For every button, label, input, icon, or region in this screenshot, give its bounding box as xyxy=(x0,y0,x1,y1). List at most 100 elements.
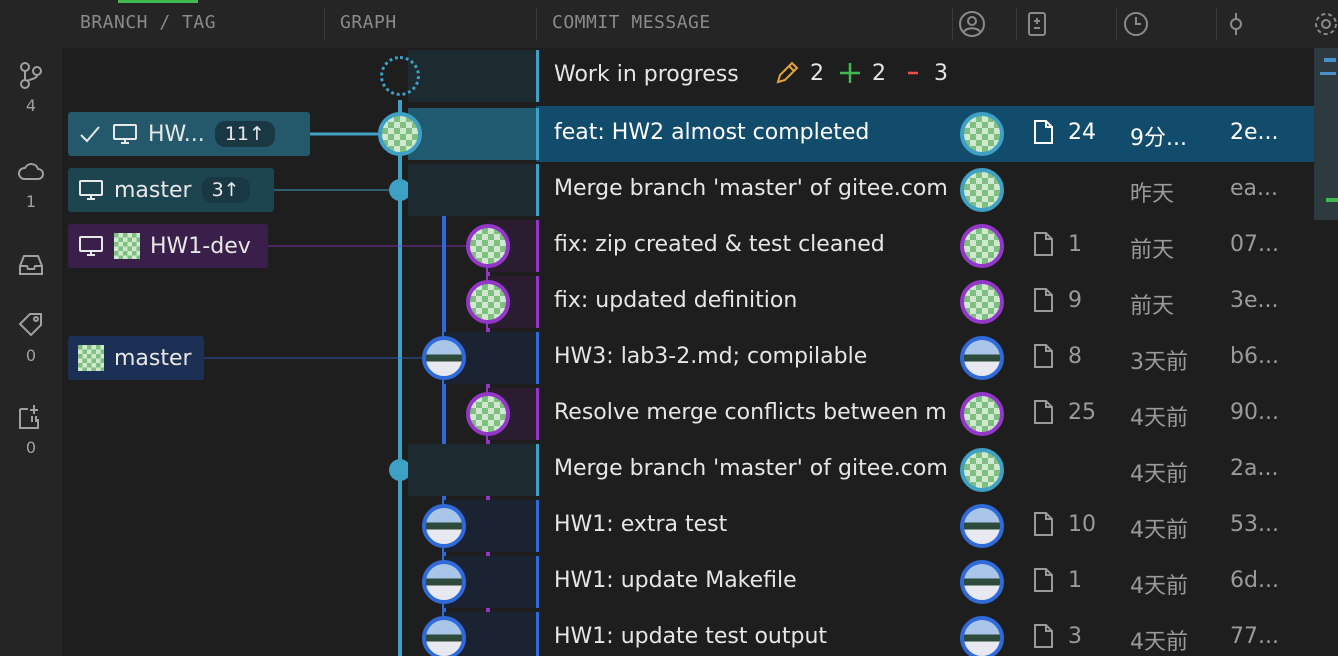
remotes-count: 1 xyxy=(25,192,37,211)
file-icon xyxy=(1034,624,1053,648)
commit-row[interactable]: HW... 11↑ feat: HW2 almost completed 24 … xyxy=(62,106,1338,162)
computer-icon xyxy=(79,180,103,200)
settings-icon[interactable] xyxy=(1312,10,1338,38)
wip-node xyxy=(380,56,420,96)
commit-date: 昨天 xyxy=(1130,182,1175,207)
commit-row[interactable]: Merge branch 'master' of gitee.com 4天前 2… xyxy=(62,442,1338,498)
row-graph-bg xyxy=(408,50,536,102)
minimap-scrollbar[interactable] xyxy=(1314,48,1338,220)
commit-row[interactable]: HW1-dev fix: zip created & test cleaned … xyxy=(62,218,1338,274)
files-changed: 10 xyxy=(1032,511,1096,537)
commit-message: HW3: lab3-2.md; compilable xyxy=(554,344,868,369)
changes-icon[interactable] xyxy=(1024,10,1052,38)
minus-icon xyxy=(908,71,918,75)
row-edge xyxy=(536,612,539,656)
column-divider[interactable] xyxy=(1216,8,1217,40)
author-icon[interactable] xyxy=(958,10,986,38)
commit-icon[interactable] xyxy=(1222,10,1250,38)
avatar xyxy=(466,392,510,436)
avatar xyxy=(960,224,1004,268)
column-divider[interactable] xyxy=(1016,8,1017,40)
files-changed: 1 xyxy=(1032,231,1082,257)
cloud-icon xyxy=(18,163,44,180)
avatar xyxy=(960,336,1004,380)
commit-date: 4天前 xyxy=(1130,630,1188,655)
row-edge xyxy=(536,276,539,328)
header-graph[interactable]: GRAPH xyxy=(340,12,397,33)
commit-row[interactable]: Resolve merge conflicts between m 25 4天前… xyxy=(62,386,1338,442)
commit-sha: 90... xyxy=(1230,400,1279,425)
files-count: 1 xyxy=(1068,231,1082,257)
branches-section[interactable]: 4 xyxy=(0,60,62,120)
avatar xyxy=(960,616,1004,656)
ahead-badge: 3↑ xyxy=(201,177,250,203)
graph-node[interactable] xyxy=(466,224,510,268)
commit-date: 4天前 xyxy=(1130,462,1188,487)
files-count: 1 xyxy=(1068,567,1082,593)
remotes-section[interactable]: 1 xyxy=(0,156,62,216)
commit-row[interactable]: HW1: update Makefile 1 4天前 6d... xyxy=(62,554,1338,610)
graph-node[interactable] xyxy=(422,560,466,604)
check-icon xyxy=(80,126,100,143)
commit-message: feat: HW2 almost completed xyxy=(554,120,870,145)
commit-date: 前天 xyxy=(1130,238,1175,263)
branches-count: 4 xyxy=(25,96,37,115)
commit-graph-panel: BRANCH / TAG GRAPH COMMIT MESSAGE Work i… xyxy=(62,0,1338,656)
commit-row[interactable]: HW1: update test output 3 4天前 77... xyxy=(62,610,1338,656)
branch-label-hw[interactable]: HW... 11↑ xyxy=(68,112,310,156)
commit-row[interactable]: HW1: extra test 10 4天前 53... xyxy=(62,498,1338,554)
commit-sha: b6... xyxy=(1230,344,1279,369)
column-divider[interactable] xyxy=(1116,8,1117,40)
commit-message: Resolve merge conflicts between m xyxy=(554,400,947,425)
files-count: 24 xyxy=(1068,119,1096,145)
avatar xyxy=(960,112,1004,156)
column-divider[interactable] xyxy=(952,8,953,40)
row-edge xyxy=(536,164,539,216)
branches-icon xyxy=(20,62,42,89)
graph-node[interactable] xyxy=(422,336,466,380)
commit-message: fix: updated definition xyxy=(554,288,798,313)
commit-date: 前天 xyxy=(1130,294,1175,319)
left-activity-bar: 4 1 0 0 xyxy=(0,0,62,656)
graph-node[interactable] xyxy=(422,616,466,656)
wip-added-count: 2 xyxy=(872,60,886,86)
commit-message: Merge branch 'master' of gitee.com xyxy=(554,456,948,481)
column-divider[interactable] xyxy=(324,8,325,40)
commit-sha: 07... xyxy=(1230,232,1279,257)
commit-row[interactable]: fix: updated definition 9 前天 3e... xyxy=(62,274,1338,330)
files-changed: 8 xyxy=(1032,343,1082,369)
graph-node[interactable] xyxy=(422,504,466,548)
wip-row[interactable]: Work in progress 2 2 3 xyxy=(62,48,1338,104)
author-avatar xyxy=(960,224,1004,268)
column-divider[interactable] xyxy=(536,8,537,40)
worktrees-section[interactable]: 0 xyxy=(0,402,62,462)
commit-message: HW1: update Makefile xyxy=(554,568,797,593)
files-count: 25 xyxy=(1068,399,1096,425)
tags-section[interactable]: 0 xyxy=(0,310,62,370)
row-edge xyxy=(536,220,539,272)
column-header: BRANCH / TAG GRAPH COMMIT MESSAGE xyxy=(62,0,1338,48)
author-avatar xyxy=(960,504,1004,548)
stashes-section[interactable] xyxy=(0,250,62,310)
tags-count: 0 xyxy=(25,346,37,365)
graph-node[interactable] xyxy=(466,392,510,436)
minimap-mark xyxy=(1324,58,1336,62)
header-commit-message[interactable]: COMMIT MESSAGE xyxy=(552,12,711,33)
commit-row[interactable]: master HW3: lab3-2.md; compilable 8 3天前 … xyxy=(62,330,1338,386)
computer-icon xyxy=(79,236,103,256)
git-graph-app: 4 1 0 0 BRANCH / TAG GRAPH COMMIT MESSAG… xyxy=(0,0,1338,656)
commit-sha: 53... xyxy=(1230,512,1279,537)
avatar xyxy=(960,280,1004,324)
avatar xyxy=(422,336,466,380)
avatar xyxy=(422,560,466,604)
commit-row[interactable]: master 3↑ Merge branch 'master' of gitee… xyxy=(62,162,1338,218)
clock-icon[interactable] xyxy=(1122,10,1150,38)
branch-label-master-remote[interactable]: master xyxy=(68,336,204,380)
branch-label-master[interactable]: master 3↑ xyxy=(68,168,274,212)
branch-label-hw1-dev[interactable]: HW1-dev xyxy=(68,224,268,268)
header-branch-tag[interactable]: BRANCH / TAG xyxy=(80,12,216,33)
graph-node[interactable] xyxy=(378,112,422,156)
file-icon xyxy=(1034,344,1053,368)
active-indicator xyxy=(118,0,198,3)
graph-node[interactable] xyxy=(466,280,510,324)
